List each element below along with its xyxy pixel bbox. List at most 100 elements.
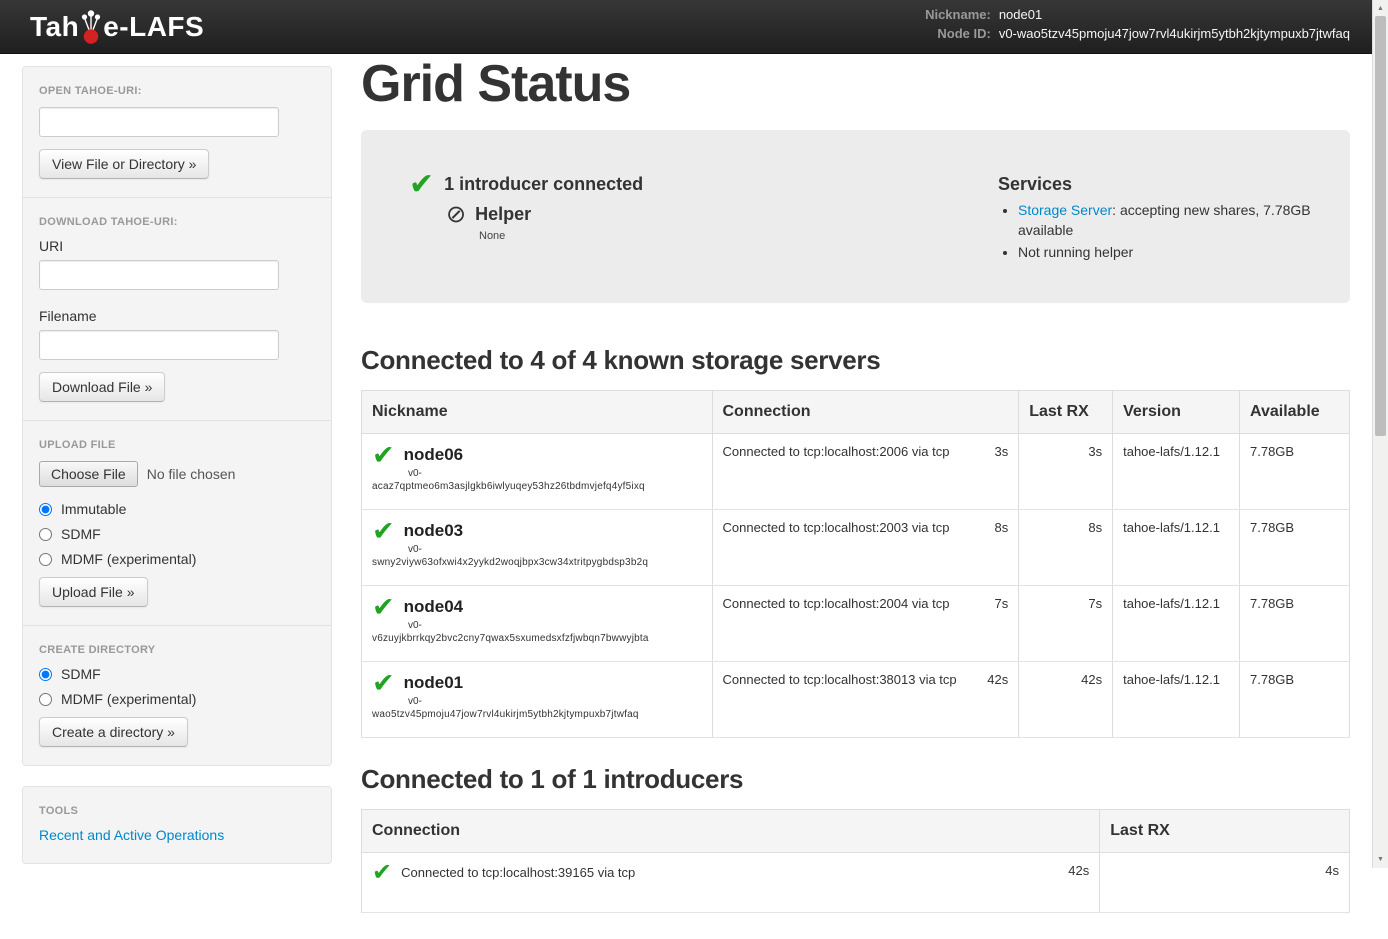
radio-option-mdmf-experimental[interactable]: MDMF (experimental) xyxy=(39,691,315,707)
radio-input[interactable] xyxy=(39,503,52,516)
logo-text-pre: Tah xyxy=(30,11,79,43)
sidebar-divider xyxy=(23,625,331,626)
download-uri-input[interactable] xyxy=(39,260,279,290)
page-title: Grid Status xyxy=(361,58,1350,110)
storage-server-row: ✔node06v0-acaz7qptmeo6m3asjlgkb6iwlyuqey… xyxy=(362,433,1350,509)
helper-value: None xyxy=(479,230,643,242)
storage-server-row: ✔node04v0-v6zuyjkbrrkqy2bvc2cny7qwax5sxu… xyxy=(362,585,1350,661)
download-filename-input[interactable] xyxy=(39,330,279,360)
server-connection: Connected to tcp:localhost:38013 via tcp xyxy=(723,672,957,687)
file-chosen-status: No file chosen xyxy=(147,466,236,482)
server-version: tahoe-lafs/1.12.1 xyxy=(1113,585,1240,661)
server-version: tahoe-lafs/1.12.1 xyxy=(1113,433,1240,509)
sidebar-divider xyxy=(23,420,331,421)
services-title: Services xyxy=(998,174,1316,195)
scrollbar-down-arrow[interactable]: ▼ xyxy=(1373,852,1388,867)
service-item: Storage Server: accepting new shares, 7.… xyxy=(1018,201,1316,241)
server-nodeid-prefix: v0- xyxy=(408,468,702,479)
scrollbar-thumb[interactable] xyxy=(1375,16,1386,436)
storage-servers-body: ✔ node06 v0- acaz7qptmeo6m3asjlgkb6iwlyuqey… xyxy=(362,433,1350,737)
table-header-row: Connection Last RX xyxy=(362,809,1350,852)
no-helper-icon: ⊘ xyxy=(446,205,466,225)
server-available: 7.78GB xyxy=(1240,661,1350,737)
server-connection: Connected to tcp:localhost:2003 via tcp xyxy=(723,520,950,535)
storage-servers-table: Nickname Connection Last RX Version Avai… xyxy=(361,390,1350,738)
node-id-value: v0-wao5tzv45pmoju47jow7rvl4ukirjm5ytbh2k… xyxy=(999,26,1350,41)
server-nickname: node01 xyxy=(404,673,464,693)
storage-server-row: ✔node03v0-swny2viyw63ofxwi4x2yykd2woqjbp… xyxy=(362,509,1350,585)
server-nodeid: acaz7qptmeo6m3asjlgkb6iwlyuqey53hz26tbdm… xyxy=(372,481,702,492)
download-filename-field-label: Filename xyxy=(39,308,315,324)
connected-check-icon: ✔ xyxy=(372,672,395,694)
introducers-body: ✔Connected to tcp:localhost:39165 via tc… xyxy=(362,852,1350,912)
radio-option-sdmf[interactable]: SDMF xyxy=(39,526,315,542)
server-nickname: node04 xyxy=(404,597,464,617)
introducer-row: ✔Connected to tcp:localhost:39165 via tc… xyxy=(362,852,1350,912)
col-available: Available xyxy=(1240,390,1350,433)
tahoe-sprout-icon xyxy=(80,9,102,45)
server-nodeid-prefix: v0- xyxy=(408,620,702,631)
view-file-button[interactable]: View File or Directory » xyxy=(39,149,209,179)
radio-input[interactable] xyxy=(39,668,52,681)
server-last-rx: 7s xyxy=(1019,585,1113,661)
server-connection-time: 7s xyxy=(994,596,1008,611)
col-version: Version xyxy=(1113,390,1240,433)
connected-check-icon: ✔ xyxy=(372,596,395,618)
radio-input[interactable] xyxy=(39,528,52,541)
radio-input[interactable] xyxy=(39,553,52,566)
server-last-rx: 3s xyxy=(1019,433,1113,509)
introducer-status: ✔ 1 introducer connected xyxy=(409,174,643,196)
radio-label: SDMF xyxy=(61,526,101,542)
tools-label: TOOLS xyxy=(39,805,315,817)
server-version: tahoe-lafs/1.12.1 xyxy=(1113,509,1240,585)
col-last-rx: Last RX xyxy=(1100,809,1350,852)
introducers-table: Connection Last RX ✔Connected to tcp:loc… xyxy=(361,809,1350,913)
radio-option-mdmf-experimental[interactable]: MDMF (experimental) xyxy=(39,551,315,567)
services-list: Storage Server: accepting new shares, 7.… xyxy=(998,201,1316,263)
storage-server-link[interactable]: Storage Server xyxy=(1018,202,1112,218)
check-icon: ✔ xyxy=(409,174,434,196)
storage-server-row: ✔node01v0-wao5tzv45pmoju47jow7rvl4ukirjm… xyxy=(362,661,1350,737)
upload-format-radios: Immutable SDMF MDMF (experimental) xyxy=(39,501,315,567)
server-nickname: node06 xyxy=(404,445,464,465)
download-file-button[interactable]: Download File » xyxy=(39,372,165,402)
helper-status: ⊘ Helper xyxy=(446,204,643,225)
server-nodeid-prefix: v0- xyxy=(408,544,702,555)
recent-operations-link[interactable]: Recent and Active Operations xyxy=(39,827,224,843)
choose-file-button[interactable]: Choose File xyxy=(39,461,138,487)
table-header-row: Nickname Connection Last RX Version Avai… xyxy=(362,390,1350,433)
server-available: 7.78GB xyxy=(1240,433,1350,509)
server-connection-time: 8s xyxy=(994,520,1008,535)
node-meta: Nickname: node01 Node ID: v0-wao5tzv45pm… xyxy=(925,7,1350,41)
create-directory-label: CREATE DIRECTORY xyxy=(39,644,315,656)
connected-check-icon: ✔ xyxy=(372,520,395,542)
radio-label: MDMF (experimental) xyxy=(61,691,196,707)
download-uri-field-label: URI xyxy=(39,238,315,254)
helper-title: Helper xyxy=(475,204,531,225)
vertical-scrollbar[interactable]: ▲ ▼ xyxy=(1372,0,1388,868)
radio-label: Immutable xyxy=(61,501,126,517)
create-directory-button[interactable]: Create a directory » xyxy=(39,717,188,747)
services-panel: Services Storage Server: accepting new s… xyxy=(998,174,1320,265)
node-id-label: Node ID: xyxy=(925,26,991,41)
col-connection: Connection xyxy=(362,809,1100,852)
radio-label: MDMF (experimental) xyxy=(61,551,196,567)
nickname-label: Nickname: xyxy=(925,7,991,22)
scrollbar-up-arrow[interactable]: ▲ xyxy=(1373,1,1388,16)
server-available: 7.78GB xyxy=(1240,585,1350,661)
open-uri-section: OPEN TAHOE-URI: View File or Directory » xyxy=(39,85,315,179)
server-connection-time: 3s xyxy=(994,444,1008,459)
introducers-heading: Connected to 1 of 1 introducers xyxy=(361,764,1350,795)
server-nodeid: swny2viyw63ofxwi4x2yykd2woqjbpx3cw34xtri… xyxy=(372,557,702,568)
radio-label: SDMF xyxy=(61,666,101,682)
upload-section: UPLOAD FILE Choose File No file chosen I… xyxy=(39,439,315,607)
radio-option-immutable[interactable]: Immutable xyxy=(39,501,315,517)
mkdir-format-radios: SDMF MDMF (experimental) xyxy=(39,666,315,707)
radio-option-sdmf[interactable]: SDMF xyxy=(39,666,315,682)
upload-file-button[interactable]: Upload File » xyxy=(39,577,148,607)
storage-servers-heading: Connected to 4 of 4 known storage server… xyxy=(361,345,1350,376)
open-uri-input[interactable] xyxy=(39,107,279,137)
open-uri-label: OPEN TAHOE-URI: xyxy=(39,85,315,97)
col-nickname: Nickname xyxy=(362,390,713,433)
radio-input[interactable] xyxy=(39,693,52,706)
